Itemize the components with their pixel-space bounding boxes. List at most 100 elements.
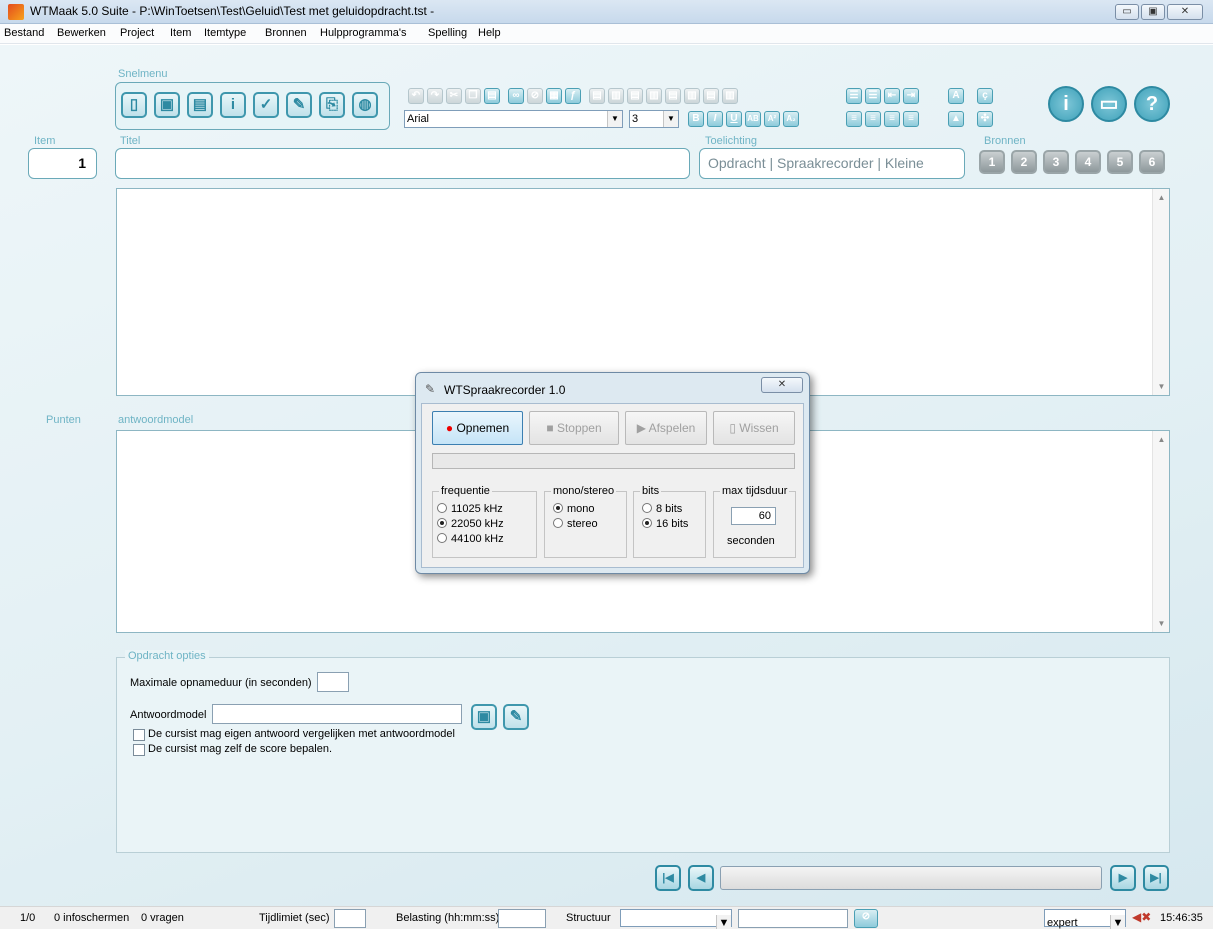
previous-item-icon[interactable]: ◀: [688, 865, 714, 891]
8bits-radio[interactable]: 8 bits: [642, 503, 682, 515]
menu-item[interactable]: Item: [170, 27, 191, 39]
table-op-4-icon[interactable]: ▥: [646, 88, 662, 104]
web-icon[interactable]: ◍: [352, 92, 378, 118]
outdent-icon[interactable]: ⇤: [884, 88, 900, 104]
answer-scrollbar[interactable]: ▲ ▼: [1152, 431, 1169, 632]
mono-radio[interactable]: mono: [553, 503, 595, 515]
expand-icon[interactable]: ✣: [977, 111, 993, 127]
edit-icon[interactable]: ✎: [286, 92, 312, 118]
scroll-up-icon[interactable]: ▲: [1153, 435, 1170, 444]
close-button[interactable]: ✕: [1167, 4, 1203, 20]
image-icon[interactable]: ▲: [948, 111, 964, 127]
underline-button[interactable]: U: [726, 111, 742, 127]
16bits-radio[interactable]: 16 bits: [642, 518, 688, 530]
dialog-close-button[interactable]: ✕: [761, 377, 803, 393]
subscript-button[interactable]: A₂: [783, 111, 799, 127]
export-icon[interactable]: ⎘: [319, 92, 345, 118]
item-number-field[interactable]: 1: [28, 148, 97, 179]
table-op-2-icon[interactable]: ▥: [608, 88, 624, 104]
info-circle-icon[interactable]: i: [1048, 86, 1084, 122]
indent-icon[interactable]: ⇥: [903, 88, 919, 104]
help-icon[interactable]: ?: [1134, 86, 1170, 122]
formula-icon[interactable]: ƒ: [565, 88, 581, 104]
open-audio-icon[interactable]: ▣: [471, 704, 497, 730]
special-chars-icon[interactable]: ç: [977, 88, 993, 104]
font-select[interactable]: Arial ▼: [404, 110, 623, 128]
undo-icon[interactable]: ↶: [408, 88, 424, 104]
compare-checkbox[interactable]: [133, 729, 145, 741]
table-icon[interactable]: ▦: [546, 88, 562, 104]
freq-11025-radio[interactable]: 11025 kHz: [437, 503, 503, 515]
menu-bronnen[interactable]: Bronnen: [265, 27, 307, 39]
self-score-checkbox[interactable]: [133, 744, 145, 756]
table-op-8-icon[interactable]: ▥: [722, 88, 738, 104]
menu-help[interactable]: Help: [478, 27, 501, 39]
cut-icon[interactable]: ✂: [446, 88, 462, 104]
table-op-6-icon[interactable]: ▥: [684, 88, 700, 104]
record-audio-icon[interactable]: ✎: [503, 704, 529, 730]
list-numbers-icon[interactable]: ☰: [865, 88, 881, 104]
italic-button[interactable]: I: [707, 111, 723, 127]
align-right-icon[interactable]: ≡: [884, 111, 900, 127]
link-icon[interactable]: ∞: [508, 88, 524, 104]
antwoordmodel-input[interactable]: [212, 704, 462, 724]
max-duration-input[interactable]: [317, 672, 349, 692]
scroll-down-icon[interactable]: ▼: [1153, 382, 1170, 391]
record-button[interactable]: ● Opnemen: [432, 411, 523, 445]
mode-select[interactable]: expert ▼: [1044, 909, 1126, 929]
structuur-select[interactable]: ▼: [620, 909, 732, 929]
tijdlimiet-input[interactable]: [334, 909, 366, 928]
superscript-button[interactable]: A²: [764, 111, 780, 127]
spellcheck-icon[interactable]: ✓: [253, 92, 279, 118]
titel-input[interactable]: [115, 148, 690, 179]
speaker-icon[interactable]: ◀✖: [1132, 910, 1151, 924]
size-select[interactable]: 3 ▼: [629, 110, 679, 128]
menu-bestand[interactable]: Bestand: [4, 27, 44, 39]
bron-1-button[interactable]: 1: [979, 150, 1005, 174]
max-duration-dialog-input[interactable]: 60: [731, 507, 776, 525]
align-justify-icon[interactable]: ≡: [903, 111, 919, 127]
menu-hulpprogrammas[interactable]: Hulpprogramma's: [320, 27, 406, 39]
play-button[interactable]: ▶ Afspelen: [625, 411, 707, 445]
paste-icon[interactable]: ▤: [484, 88, 500, 104]
align-center-icon[interactable]: ≡: [865, 111, 881, 127]
bron-2-button[interactable]: 2: [1011, 150, 1037, 174]
list-bullets-icon[interactable]: ☰: [846, 88, 862, 104]
menu-bewerken[interactable]: Bewerken: [57, 27, 106, 39]
align-left-icon[interactable]: ≡: [846, 111, 862, 127]
scroll-up-icon[interactable]: ▲: [1153, 193, 1170, 202]
copy-icon[interactable]: ❐: [465, 88, 481, 104]
table-op-3-icon[interactable]: ▤: [627, 88, 643, 104]
strikethrough-button[interactable]: AB: [745, 111, 761, 127]
clear-button[interactable]: ▯ Wissen: [713, 411, 795, 445]
freq-44100-radio[interactable]: 44100 kHz: [437, 533, 504, 545]
preview-icon[interactable]: ▭: [1091, 86, 1127, 122]
maximize-button[interactable]: ▣: [1141, 4, 1165, 20]
last-item-icon[interactable]: ▶|: [1143, 865, 1169, 891]
table-op-5-icon[interactable]: ▤: [665, 88, 681, 104]
next-item-icon[interactable]: ▶: [1110, 865, 1136, 891]
unlink-icon[interactable]: ⊘: [527, 88, 543, 104]
bron-5-button[interactable]: 5: [1107, 150, 1133, 174]
stereo-radio[interactable]: stereo: [553, 518, 598, 530]
first-item-icon[interactable]: |◀: [655, 865, 681, 891]
bron-3-button[interactable]: 3: [1043, 150, 1069, 174]
bron-6-button[interactable]: 6: [1139, 150, 1165, 174]
belasting-input[interactable]: [498, 909, 546, 928]
question-scrollbar[interactable]: ▲ ▼: [1152, 189, 1169, 395]
toelichting-field[interactable]: Opdracht | Spraakrecorder | Kleine: [699, 148, 965, 179]
scroll-down-icon[interactable]: ▼: [1153, 619, 1170, 628]
minimize-button[interactable]: ▭: [1115, 4, 1139, 20]
text-color-icon[interactable]: A: [948, 88, 964, 104]
bron-4-button[interactable]: 4: [1075, 150, 1101, 174]
menu-spelling[interactable]: Spelling: [428, 27, 467, 39]
table-op-1-icon[interactable]: ▤: [589, 88, 605, 104]
bold-button[interactable]: B: [688, 111, 704, 127]
open-icon[interactable]: ▣: [154, 92, 180, 118]
info-icon[interactable]: i: [220, 92, 246, 118]
structuur-input[interactable]: [738, 909, 848, 928]
menu-itemtype[interactable]: Itemtype: [204, 27, 246, 39]
tag-icon[interactable]: ⊘: [854, 909, 878, 928]
item-slider[interactable]: [720, 866, 1102, 890]
question-editor[interactable]: ▲ ▼: [116, 188, 1170, 396]
